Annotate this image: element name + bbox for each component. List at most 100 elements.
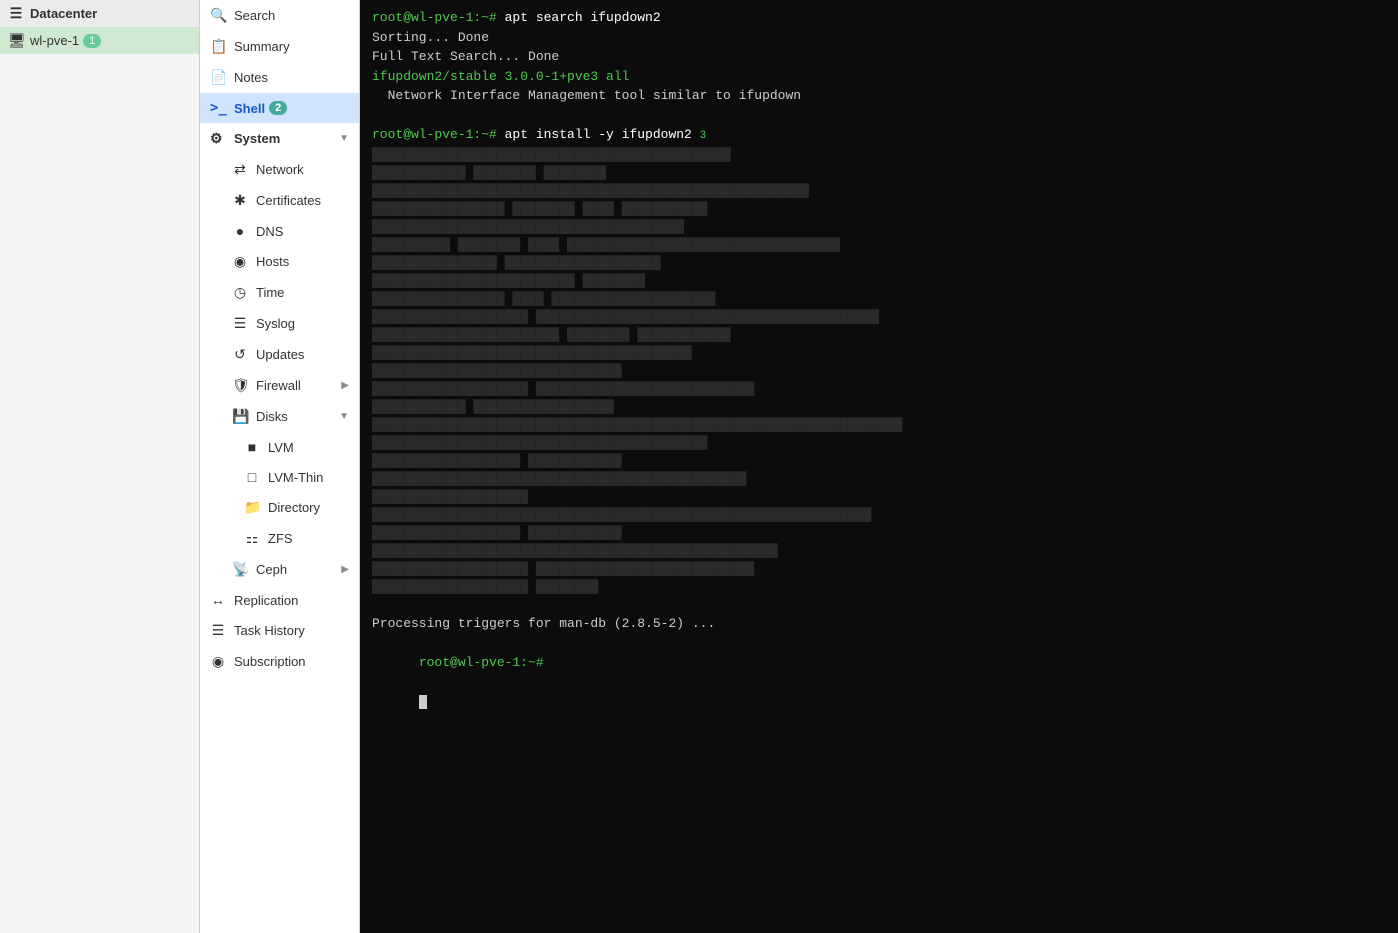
terminal-blurred-23: ████████████████████████████████████████… (372, 541, 1386, 559)
shell-icon: >_ (210, 100, 226, 116)
nav-item-updates[interactable]: ↺ Updates (212, 339, 359, 370)
terminal-line-final: root@wl-pve-1:~# (372, 634, 1386, 732)
nav-item-time[interactable]: ◷ Time (212, 277, 359, 308)
time-icon: ◷ (232, 284, 248, 301)
terminal-blurred-11: ████████████████████████ ████████ ██████… (372, 325, 1386, 343)
terminal-blurred-25: ████████████████████ ████████ (372, 577, 1386, 595)
nav-label-ceph: Ceph (256, 562, 287, 577)
terminal-line-processing: Processing triggers for man-db (2.8.5-2)… (372, 614, 1386, 634)
terminal-content[interactable]: root@wl-pve-1:~# apt search ifupdown2 So… (360, 0, 1398, 933)
tree-item-datacenter[interactable]: ☰ Datacenter (0, 0, 199, 27)
terminal-blurred-12: ████████████████████████████████████████… (372, 343, 1386, 361)
terminal-blurred-5: ████████████████████████████████████████ (372, 217, 1386, 235)
terminal-line-6 (372, 106, 1386, 126)
terminal-blurred-19: ████████████████████████████████████████… (372, 469, 1386, 487)
nav-item-ceph[interactable]: 📡 Ceph ▶ (212, 554, 359, 585)
nav-label-time: Time (256, 285, 284, 300)
nav-label-directory: Directory (268, 500, 320, 515)
nav-item-network[interactable]: ⇄ Network (212, 154, 359, 185)
nav-section-system[interactable]: ⚙ System ▼ (200, 123, 359, 154)
nav-item-hosts[interactable]: ◉ Hosts (212, 246, 359, 277)
nav-item-notes[interactable]: 📄 Notes (200, 62, 359, 93)
terminal-blurred-3: ████████████████████████████████████████… (372, 181, 1386, 199)
terminal-blurred-15: ████████████ ██████████████████ (372, 397, 1386, 415)
hosts-icon: ◉ (232, 253, 248, 270)
nav-disks-children: ■ LVM □ LVM-Thin 📁 Directory ⚏ ZFS (212, 432, 359, 554)
search-icon: 🔍 (210, 7, 226, 24)
nav-label-lvm-thin: LVM-Thin (268, 470, 323, 485)
nav-label-zfs: ZFS (268, 531, 293, 546)
node-badge: 1 (83, 34, 101, 48)
terminal-blurred-1: ████████████████████████████████████████… (372, 145, 1386, 163)
terminal-blurred-17: ████████████████████████████████████████… (372, 433, 1386, 451)
nav-item-lvm-thin[interactable]: □ LVM-Thin (224, 462, 359, 492)
nav-item-lvm[interactable]: ■ LVM (224, 432, 359, 462)
terminal-line-5: Network Interface Management tool simila… (372, 86, 1386, 106)
nav-label-firewall: Firewall (256, 378, 301, 393)
disks-arrow-icon: ▼ (339, 411, 349, 422)
nav-item-dns[interactable]: ● DNS (212, 216, 359, 246)
firewall-icon: 🛡 (232, 377, 248, 394)
replication-icon: ↔ (210, 592, 226, 608)
syslog-icon: ☰ (232, 315, 248, 332)
nav-label-lvm: LVM (268, 440, 294, 455)
disks-icon: 💾 (232, 408, 248, 425)
nav-item-subscription[interactable]: ◉ Subscription (200, 646, 359, 677)
terminal-blurred-10: ████████████████████ ███████████████████… (372, 307, 1386, 325)
terminal-panel[interactable]: root@wl-pve-1:~# apt search ifupdown2 So… (360, 0, 1398, 933)
terminal-blurred-2: ████████████ ████████ ████████ (372, 163, 1386, 181)
notes-icon: 📄 (210, 69, 226, 86)
terminal-line-3: Full Text Search... Done (372, 47, 1386, 67)
nav-item-certificates[interactable]: ✱ Certificates (212, 185, 359, 216)
system-icon: ⚙ (210, 130, 226, 147)
nav-panel: 🔍 Search 📋 Summary 📄 Notes >_ Shell 2 ⚙ … (200, 0, 360, 933)
nav-label-shell: Shell (234, 101, 265, 116)
terminal-blurred-14: ████████████████████ ███████████████████… (372, 379, 1386, 397)
nav-item-disks[interactable]: 💾 Disks ▼ (212, 401, 359, 432)
lvm-thin-icon: □ (244, 469, 260, 485)
nav-item-syslog[interactable]: ☰ Syslog (212, 308, 359, 339)
directory-icon: 📁 (244, 499, 260, 516)
nav-item-search[interactable]: 🔍 Search (200, 0, 359, 31)
nav-label-syslog: Syslog (256, 316, 295, 331)
terminal-line-1: root@wl-pve-1:~# apt search ifupdown2 (372, 8, 1386, 28)
nav-label-replication: Replication (234, 593, 298, 608)
nav-label-disks: Disks (256, 409, 288, 424)
shell-badge: 2 (269, 101, 287, 115)
subscription-icon: ◉ (210, 653, 226, 670)
nav-item-directory[interactable]: 📁 Directory (224, 492, 359, 523)
tree-panel: ☰ Datacenter 🖥 wl-pve-1 1 (0, 0, 200, 933)
summary-icon: 📋 (210, 38, 226, 55)
terminal-blurred-6: ██████████ ████████ ████ ███████████████… (372, 235, 1386, 253)
node-icon: 🖥 (8, 32, 24, 49)
nav-item-zfs[interactable]: ⚏ ZFS (224, 523, 359, 554)
nav-label-system: System (234, 131, 280, 146)
terminal-blurred-7: ████████████████ ████████████████████ (372, 253, 1386, 271)
network-icon: ⇄ (232, 161, 248, 178)
nav-label-notes: Notes (234, 70, 268, 85)
terminal-blurred-20: ████████████████████ (372, 487, 1386, 505)
zfs-icon: ⚏ (244, 530, 260, 547)
nav-item-summary[interactable]: 📋 Summary (200, 31, 359, 62)
terminal-cursor (419, 695, 427, 709)
terminal-blurred-24: ████████████████████ ███████████████████… (372, 559, 1386, 577)
nav-item-replication[interactable]: ↔ Replication (200, 585, 359, 615)
nav-label-hosts: Hosts (256, 254, 289, 269)
terminal-blurred-9: █████████████████ ████ █████████████████… (372, 289, 1386, 307)
datacenter-icon: ☰ (8, 5, 24, 22)
nav-item-task-history[interactable]: ☰ Task History (200, 615, 359, 646)
nav-item-firewall[interactable]: 🛡 Firewall ▶ (212, 370, 359, 401)
terminal-line-2: Sorting... Done (372, 28, 1386, 48)
nav-label-certificates: Certificates (256, 193, 321, 208)
lvm-icon: ■ (244, 439, 260, 455)
nav-system-children: ⇄ Network ✱ Certificates ● DNS ◉ Hosts ◷… (200, 154, 359, 585)
terminal-line-4: ifupdown2/stable 3.0.0-1+pve3 all (372, 67, 1386, 87)
certificates-icon: ✱ (232, 192, 248, 209)
nav-label-summary: Summary (234, 39, 290, 54)
nav-label-network: Network (256, 162, 304, 177)
nav-item-shell[interactable]: >_ Shell 2 (200, 93, 359, 123)
nav-label-dns: DNS (256, 224, 283, 239)
terminal-blurred-4: █████████████████ ████████ ████ ████████… (372, 199, 1386, 217)
datacenter-label: Datacenter (30, 6, 97, 21)
tree-item-node[interactable]: 🖥 wl-pve-1 1 (0, 27, 199, 54)
